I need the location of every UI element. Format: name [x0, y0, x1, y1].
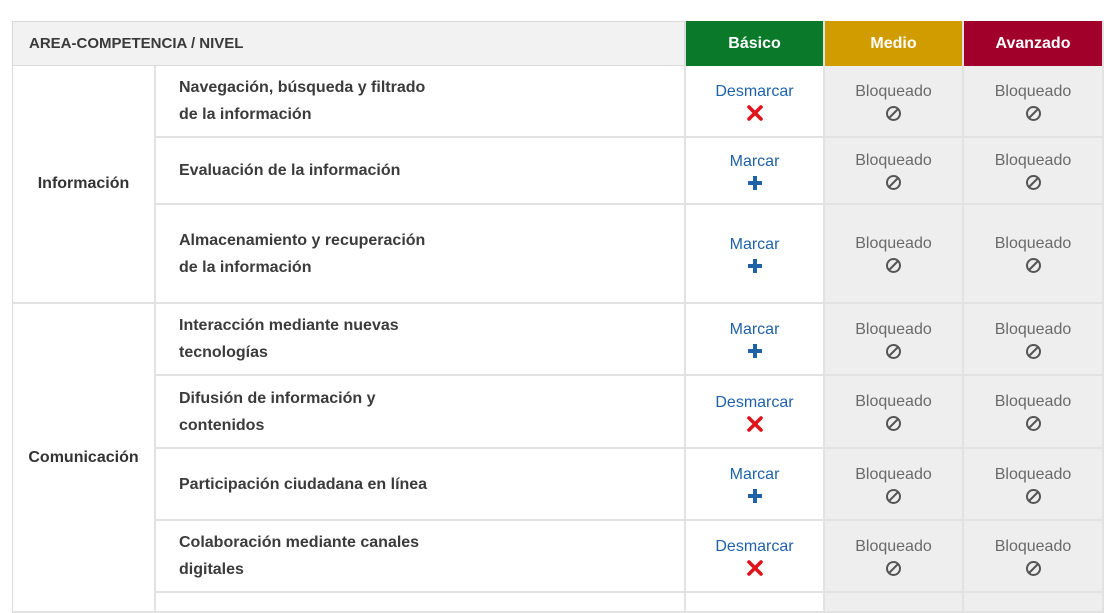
close-icon	[746, 415, 763, 432]
medio-locked-cell: Bloqueado	[825, 138, 964, 205]
competence-table: AREA-COMPETENCIA / NIVEL Básico Medio Av…	[12, 21, 1104, 613]
competence-label: Colaboración mediante canales digitales	[156, 521, 686, 593]
blocked-icon	[886, 343, 901, 359]
locked-label: Bloqueado	[855, 82, 932, 100]
locked-label: Bloqueado	[855, 152, 932, 169]
mark-basic-button[interactable]: Marcar	[686, 205, 825, 304]
competence-label: Interacción mediante nuevas tecnologías	[156, 304, 686, 376]
locked-label: Bloqueado	[855, 465, 932, 483]
locked-label: Bloqueado	[855, 235, 932, 252]
mark-basic-button[interactable]: Marcar	[686, 304, 825, 376]
blocked-icon	[1025, 258, 1041, 273]
header-area-level-label: AREA-COMPETENCIA / NIVEL	[12, 21, 686, 66]
plus-icon	[747, 175, 762, 190]
medio-locked-cell: Bloqueado	[825, 376, 964, 449]
basic-action-label[interactable]: Desmarcar	[715, 81, 793, 103]
table-row-partial	[156, 593, 686, 613]
basic-action-label[interactable]: Marcar	[730, 319, 780, 341]
blocked-icon	[1025, 175, 1041, 190]
medio-locked-cell: Bloqueado	[825, 304, 964, 376]
locked-label: Bloqueado	[994, 537, 1072, 555]
competence-label: Evaluación de la información	[156, 138, 686, 205]
basic-action-label[interactable]: Marcar	[730, 234, 780, 256]
area-informacion: Información	[12, 66, 156, 304]
blocked-icon	[886, 416, 901, 431]
basic-action-label[interactable]: Marcar	[730, 151, 780, 173]
header-level-avanzado: Avanzado	[964, 21, 1104, 66]
competence-label: Almacenamiento y recuperación de la info…	[156, 205, 686, 304]
blocked-icon	[1025, 560, 1041, 576]
locked-label: Bloqueado	[994, 235, 1072, 252]
header-level-medio: Medio	[825, 21, 964, 66]
blocked-icon	[886, 105, 901, 121]
locked-label: Bloqueado	[994, 393, 1072, 410]
header-level-basico: Básico	[686, 21, 825, 66]
competence-label: Participación ciudadana en línea	[156, 449, 686, 521]
medio-locked-cell: Bloqueado	[825, 521, 964, 593]
locked-label: Bloqueado	[994, 152, 1072, 169]
blocked-icon	[1025, 416, 1041, 431]
blocked-icon	[886, 175, 901, 190]
avanzado-locked-cell: Bloqueado	[964, 205, 1104, 304]
competence-label: Navegación, búsqueda y filtrado de la in…	[156, 66, 686, 138]
basic-action-label[interactable]: Desmarcar	[715, 392, 793, 414]
blocked-icon	[886, 488, 901, 504]
table-row-partial	[964, 593, 1104, 613]
avanzado-locked-cell: Bloqueado	[964, 521, 1104, 593]
mark-basic-button[interactable]: Marcar	[686, 449, 825, 521]
avanzado-locked-cell: Bloqueado	[964, 138, 1104, 205]
close-icon	[746, 560, 763, 576]
avanzado-locked-cell: Bloqueado	[964, 376, 1104, 449]
locked-label: Bloqueado	[994, 82, 1072, 100]
blocked-icon	[886, 560, 901, 576]
plus-icon	[747, 489, 762, 503]
table-row-partial	[686, 593, 825, 613]
blocked-icon	[886, 258, 901, 273]
basic-action-label[interactable]: Desmarcar	[715, 536, 793, 558]
medio-locked-cell: Bloqueado	[825, 205, 964, 304]
basic-action-label[interactable]: Marcar	[730, 464, 780, 486]
avanzado-locked-cell: Bloqueado	[964, 449, 1104, 521]
plus-icon	[747, 258, 762, 273]
blocked-icon	[1025, 105, 1041, 121]
blocked-icon	[1025, 488, 1041, 504]
area-comunicacion: Comunicación	[12, 304, 156, 613]
blocked-icon	[1025, 343, 1041, 359]
unmark-basic-button[interactable]: Desmarcar	[686, 66, 825, 138]
plus-icon	[747, 344, 762, 358]
locked-label: Bloqueado	[855, 393, 932, 410]
table-row-partial	[825, 593, 964, 613]
locked-label: Bloqueado	[994, 465, 1072, 483]
avanzado-locked-cell: Bloqueado	[964, 66, 1104, 138]
locked-label: Bloqueado	[855, 320, 932, 338]
mark-basic-button[interactable]: Marcar	[686, 138, 825, 205]
locked-label: Bloqueado	[994, 320, 1072, 338]
locked-label: Bloqueado	[855, 537, 932, 555]
medio-locked-cell: Bloqueado	[825, 66, 964, 138]
medio-locked-cell: Bloqueado	[825, 449, 964, 521]
competence-label: Difusión de información y contenidos	[156, 376, 686, 449]
unmark-basic-button[interactable]: Desmarcar	[686, 376, 825, 449]
close-icon	[746, 105, 763, 121]
unmark-basic-button[interactable]: Desmarcar	[686, 521, 825, 593]
avanzado-locked-cell: Bloqueado	[964, 304, 1104, 376]
